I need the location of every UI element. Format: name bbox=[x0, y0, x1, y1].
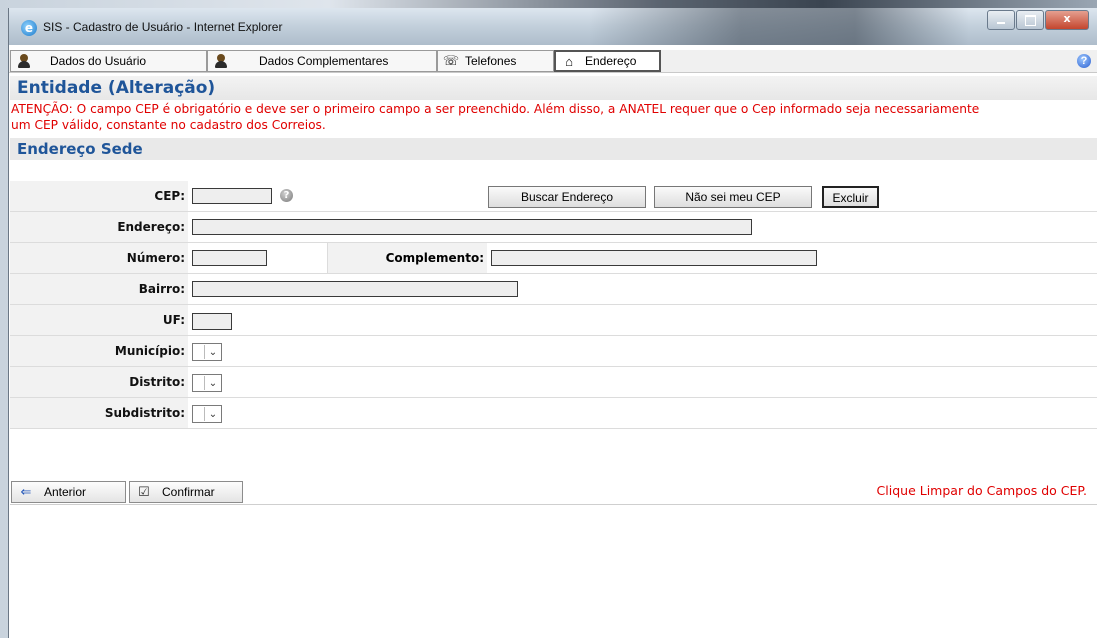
tab-endereco[interactable]: ⌂ Endereço bbox=[554, 50, 661, 72]
minimize-button[interactable] bbox=[987, 10, 1015, 30]
user-icon bbox=[213, 53, 229, 69]
confirmar-label: Confirmar bbox=[162, 485, 215, 499]
chevron-down-icon: ⌄ bbox=[204, 376, 221, 390]
page-content: Dados do Usuário Dados Complementares ☏ … bbox=[9, 45, 1097, 638]
page-title: Entidade (Alteração) bbox=[10, 76, 1097, 100]
row-subdistrito: Subdistrito: ⌄ bbox=[10, 398, 1097, 429]
close-icon: x bbox=[1063, 12, 1071, 25]
chevron-down-icon: ⌄ bbox=[204, 345, 221, 359]
cep-help-icon[interactable]: ? bbox=[280, 189, 293, 202]
distrito-select[interactable]: ⌄ bbox=[192, 374, 222, 392]
row-numero: Número: Complemento: bbox=[10, 243, 1097, 274]
row-cep: CEP: ? Buscar Endereço Não sei meu CEP E… bbox=[10, 181, 1097, 212]
help-icon[interactable]: ? bbox=[1077, 54, 1091, 68]
user-icon bbox=[16, 53, 32, 69]
minimize-icon bbox=[997, 22, 1005, 24]
warning-line-1: ATENÇÃO: O campo CEP é obrigatório e dev… bbox=[11, 102, 980, 116]
row-uf: UF: bbox=[10, 305, 1097, 336]
maximize-icon bbox=[1025, 15, 1036, 26]
confirmar-button[interactable]: ☑ Confirmar bbox=[129, 481, 243, 503]
numero-input[interactable] bbox=[192, 250, 267, 266]
subdistrito-label: Subdistrito: bbox=[10, 398, 188, 428]
tab-bar: Dados do Usuário Dados Complementares ☏ … bbox=[9, 50, 1097, 73]
phone-icon: ☏ bbox=[442, 53, 460, 68]
municipio-select[interactable]: ⌄ bbox=[192, 343, 222, 361]
close-button[interactable]: x bbox=[1045, 10, 1089, 30]
tab-label: Dados Complementares bbox=[259, 54, 389, 68]
row-endereco: Endereço: bbox=[10, 212, 1097, 243]
anterior-button[interactable]: ⇐ Anterior bbox=[11, 481, 126, 503]
house-icon: ⌂ bbox=[565, 53, 573, 69]
anterior-label: Anterior bbox=[44, 485, 87, 499]
complemento-input[interactable] bbox=[491, 250, 817, 266]
window-title: SIS - Cadastro de Usuário - Internet Exp… bbox=[43, 20, 283, 34]
row-bairro: Bairro: bbox=[10, 274, 1097, 305]
tab-telefones[interactable]: ☏ Telefones bbox=[437, 50, 554, 72]
endereco-label: Endereço: bbox=[10, 212, 188, 242]
excluir-button[interactable]: Excluir bbox=[822, 186, 879, 208]
form-footer: ⇐ Anterior ☑ Confirmar Clique Limpar do … bbox=[10, 478, 1097, 505]
buscar-endereco-button[interactable]: Buscar Endereço bbox=[488, 186, 646, 208]
numero-label: Número: bbox=[10, 243, 188, 273]
section-title: Endereço Sede bbox=[10, 138, 1097, 160]
nao-sei-cep-button[interactable]: Não sei meu CEP bbox=[654, 186, 812, 208]
tab-label: Endereço bbox=[585, 54, 637, 68]
footer-message: Clique Limpar do Campos do CEP. bbox=[876, 483, 1087, 498]
uf-label: UF: bbox=[10, 305, 188, 335]
uf-input[interactable] bbox=[192, 313, 232, 330]
distrito-label: Distrito: bbox=[10, 367, 188, 397]
tab-label: Dados do Usuário bbox=[50, 54, 147, 68]
chevron-down-icon: ⌄ bbox=[204, 407, 221, 421]
window-controls: x bbox=[986, 10, 1089, 30]
tab-dados-complementares[interactable]: Dados Complementares bbox=[207, 50, 437, 72]
browser-window: e SIS - Cadastro de Usuário - Internet E… bbox=[8, 8, 1097, 638]
cep-input[interactable] bbox=[192, 188, 272, 204]
bairro-label: Bairro: bbox=[10, 274, 188, 304]
bairro-input[interactable] bbox=[192, 281, 518, 297]
endereco-input[interactable] bbox=[192, 219, 752, 235]
arrow-left-icon: ⇐ bbox=[20, 484, 32, 499]
maximize-button[interactable] bbox=[1016, 10, 1044, 30]
cep-warning: ATENÇÃO: O campo CEP é obrigatório e dev… bbox=[10, 101, 1097, 133]
tab-label: Telefones bbox=[465, 54, 517, 68]
clipboard-check-icon: ☑ bbox=[138, 484, 150, 499]
internet-explorer-icon: e bbox=[21, 20, 37, 36]
warning-line-2: um CEP válido, constante no cadastro dos… bbox=[11, 118, 326, 132]
title-bar[interactable]: e SIS - Cadastro de Usuário - Internet E… bbox=[9, 8, 1097, 45]
row-municipio: Município: ⌄ bbox=[10, 336, 1097, 367]
subdistrito-select[interactable]: ⌄ bbox=[192, 405, 222, 423]
complemento-label: Complemento: bbox=[327, 243, 487, 273]
cep-label: CEP: bbox=[10, 181, 188, 211]
tab-dados-usuario[interactable]: Dados do Usuário bbox=[10, 50, 207, 72]
municipio-label: Município: bbox=[10, 336, 188, 366]
row-distrito: Distrito: ⌄ bbox=[10, 367, 1097, 398]
